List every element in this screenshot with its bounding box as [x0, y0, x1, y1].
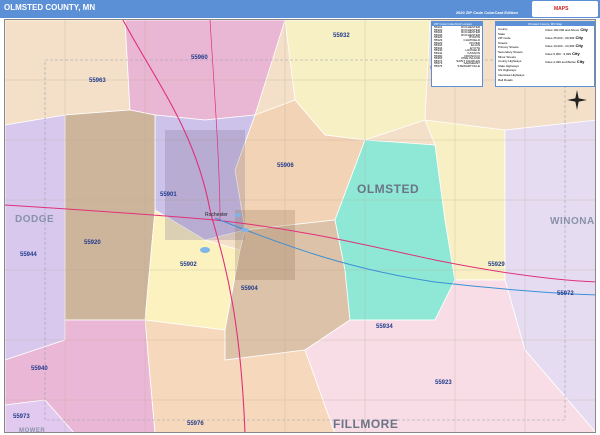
zip-index-row: 55976 STEWARTVILLE	[432, 65, 482, 68]
zip-index-cell: STEWARTVILLE	[457, 63, 480, 68]
svg-text:55934: 55934	[376, 324, 393, 330]
svg-text:55929: 55929	[488, 262, 505, 268]
city-size-legend-item: Cities 25,000 - 99,999 City	[545, 35, 584, 40]
svg-text:55960: 55960	[191, 55, 208, 61]
svg-text:DODGE: DODGE	[15, 214, 54, 225]
feature-legend: Olmsted County, MN Map County State ZIP Co…	[495, 21, 595, 87]
svg-text:55973: 55973	[13, 414, 30, 420]
city-size-legend-item: Cities 5,000 - 9,999 City	[545, 51, 580, 56]
city-size-legend-item: Cities 10,000 - 24,999 City	[545, 43, 584, 48]
svg-text:55902: 55902	[180, 262, 197, 268]
svg-text:55976: 55976	[187, 421, 204, 427]
svg-text:55923: 55923	[435, 380, 452, 386]
svg-text:FILLMORE: FILLMORE	[333, 417, 398, 431]
svg-text:55906: 55906	[277, 163, 294, 169]
svg-text:55972: 55972	[557, 291, 574, 297]
city-size-legend-item: Cities 2,499 and Below City	[545, 59, 585, 64]
svg-text:MOWER: MOWER	[19, 428, 45, 433]
svg-text:55940: 55940	[31, 366, 48, 372]
zip-region-55963[interactable]	[5, 20, 131, 126]
city-size-legend-item: Cities 100,000 and Above City	[545, 27, 588, 32]
zip-index-legend: ZIP Code Index/Grid Locator 55901 ROCHEST…	[431, 21, 483, 87]
logo-text: MAPS	[554, 6, 569, 12]
svg-text:55932: 55932	[333, 33, 350, 39]
svg-text:55963: 55963	[89, 78, 106, 84]
zip-index-cell: 55976	[434, 63, 443, 68]
logo: MAPS	[532, 1, 598, 17]
svg-text:55920: 55920	[84, 240, 101, 246]
county-label: OLMSTED	[357, 182, 419, 196]
svg-text:55901: 55901	[160, 192, 177, 198]
svg-text:55944: 55944	[20, 252, 37, 258]
map-frame[interactable]: 55960 55932 55963 55906 55901 55920 5594…	[4, 19, 596, 433]
svg-text:55904: 55904	[241, 286, 258, 292]
svg-text:Rochester: Rochester	[205, 212, 228, 218]
feature-legend-item: Rail Roads	[498, 77, 513, 82]
edition-label: 2020 ZIP Code ColorCast Edition	[455, 10, 518, 15]
zip-region-55944[interactable]	[5, 114, 66, 361]
map-title: OLMSTED COUNTY, MN	[4, 3, 96, 12]
header-bar: OLMSTED COUNTY, MN 2020 ZIP Code ColorCa…	[0, 0, 600, 18]
urban-area	[165, 130, 245, 240]
zip-region-55920[interactable]	[64, 109, 156, 321]
svg-text:WINONA: WINONA	[550, 216, 595, 227]
